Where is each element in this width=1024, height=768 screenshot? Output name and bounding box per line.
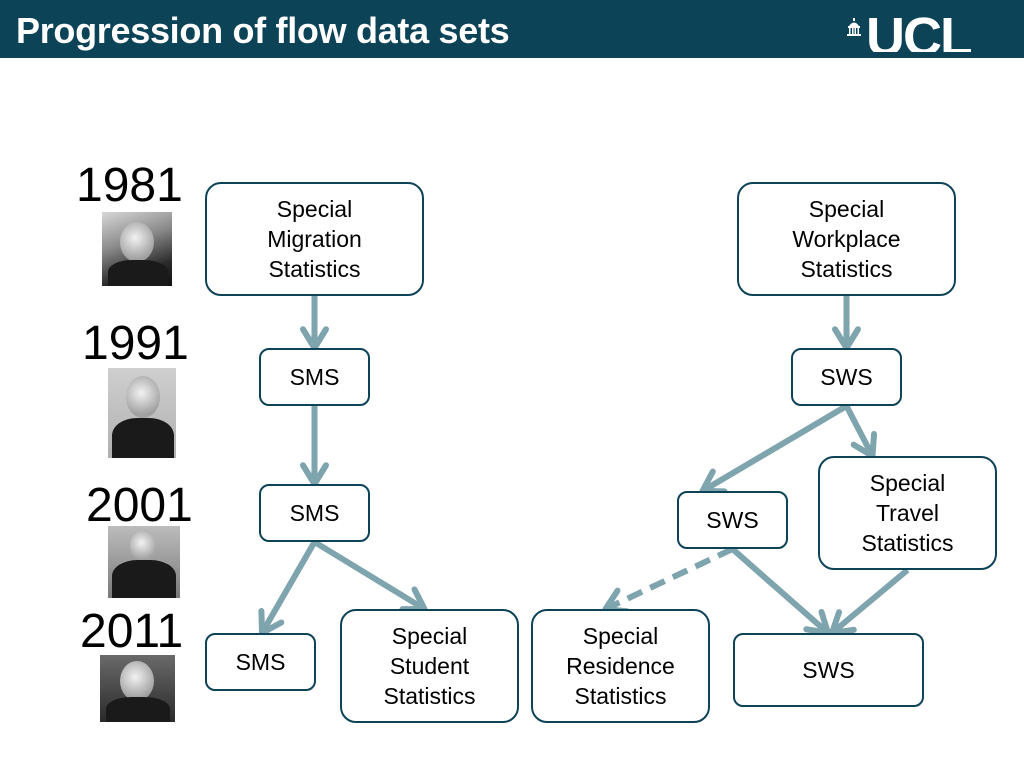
node-sms-2011: SMS bbox=[205, 633, 316, 691]
node-sws-1991: SWS bbox=[791, 348, 902, 406]
node-label: SMS bbox=[235, 649, 286, 675]
node-special-workplace-statistics: Special Workplace Statistics bbox=[737, 182, 956, 296]
arrowhead bbox=[258, 608, 285, 636]
node-label: SWS bbox=[802, 657, 855, 683]
node-label: Special Workplace Statistics bbox=[792, 196, 901, 282]
node-special-student-statistics: Special Student Statistics bbox=[340, 609, 519, 723]
portrait-1981 bbox=[102, 212, 172, 286]
arrow-sws_2001-to-srs_2011 bbox=[602, 546, 734, 615]
slide-title: Progression of flow data sets bbox=[16, 10, 510, 51]
node-sws-2001: SWS bbox=[677, 491, 788, 549]
portrait-2011 bbox=[100, 655, 175, 722]
arrowhead bbox=[399, 586, 428, 613]
portico-dome-icon bbox=[847, 18, 861, 36]
node-label: SMS bbox=[289, 364, 340, 390]
arrowhead bbox=[832, 326, 861, 351]
node-sms-2001: SMS bbox=[259, 484, 370, 542]
arrowhead bbox=[300, 326, 329, 351]
year-label-1981: 1981 bbox=[76, 159, 183, 212]
arrowhead bbox=[850, 431, 878, 459]
node-label: SWS bbox=[820, 364, 873, 390]
node-special-residence-statistics: Special Residence Statistics bbox=[531, 609, 710, 723]
year-label-1991: 1991 bbox=[82, 317, 189, 370]
logo-wordmark: UCL bbox=[866, 8, 971, 52]
ucl-logo: UCL bbox=[846, 8, 996, 60]
node-special-travel-statistics: Special Travel Statistics bbox=[818, 456, 997, 570]
arrow-sms_1981-to-sms_1991 bbox=[300, 296, 329, 351]
arrowhead bbox=[803, 608, 831, 636]
arrow-sts_2001-to-sws_2011 bbox=[829, 567, 910, 636]
arrow-sms_2001-to-sss_2011 bbox=[312, 539, 428, 613]
node-label: Special Migration Statistics bbox=[267, 196, 362, 282]
arrowhead bbox=[699, 468, 728, 495]
portrait-1991 bbox=[108, 368, 176, 458]
node-label: Special Residence Statistics bbox=[566, 623, 675, 709]
arrowhead bbox=[300, 462, 329, 487]
arrow-sws_1991-to-sts_2001 bbox=[843, 404, 878, 459]
arrowhead bbox=[829, 609, 857, 636]
year-label-2001: 2001 bbox=[86, 479, 193, 532]
node-label: SWS bbox=[706, 507, 759, 533]
node-sws-2011: SWS bbox=[733, 633, 924, 707]
node-sms-1991: SMS bbox=[259, 348, 370, 406]
arrow-sws_1981-to-sws_1991 bbox=[832, 296, 861, 351]
arrow-sms_1991-to-sms_2001 bbox=[300, 406, 329, 487]
node-label: Special Travel Statistics bbox=[861, 470, 954, 556]
portrait-2001 bbox=[108, 526, 180, 598]
arrow-sms_2001-to-sms_2011 bbox=[258, 540, 318, 636]
node-label: SMS bbox=[289, 500, 340, 526]
arrow-sws_2001-to-sws_2011 bbox=[730, 546, 831, 636]
slide-header: Progression of flow data sets UCL bbox=[0, 0, 1024, 58]
node-special-migration-statistics: Special Migration Statistics bbox=[205, 182, 424, 296]
year-label-2011: 2011 bbox=[80, 605, 184, 658]
node-label: Special Student Statistics bbox=[383, 623, 476, 709]
